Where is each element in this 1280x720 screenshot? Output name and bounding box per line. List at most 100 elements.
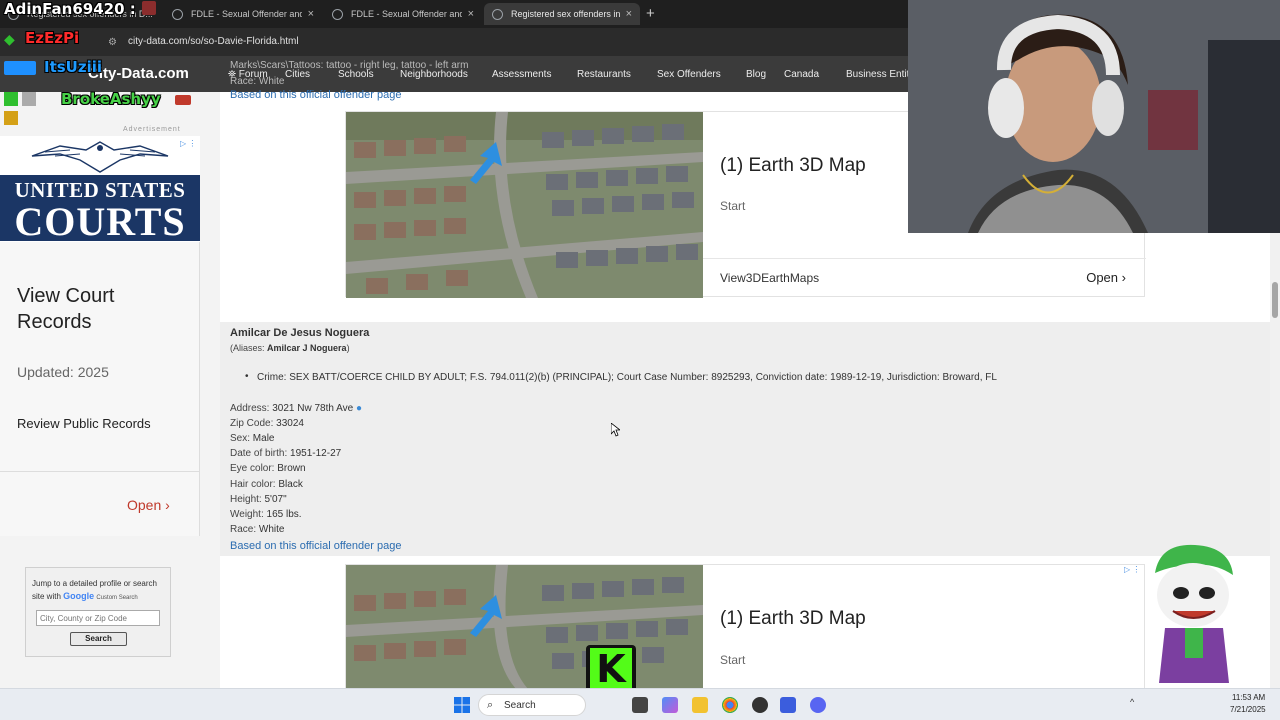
earth-map-ad-2[interactable]: (1) Earth 3D Map Start ▷ ⋮ (345, 564, 1145, 689)
ad-choices-icon[interactable]: ▷ ⋮ (1124, 565, 1140, 574)
tray-chevron-up-icon[interactable]: ^ (1130, 697, 1134, 707)
app-icon[interactable] (752, 697, 768, 713)
joker-figure-overlay (1145, 543, 1240, 688)
globe-icon[interactable]: ● (356, 403, 362, 414)
site-info-icon[interactable]: ⚙ (108, 37, 117, 48)
nav-sex-offenders[interactable]: Sex Offenders (657, 69, 721, 80)
site-search-box: Jump to a detailed profile or search sit… (25, 567, 171, 657)
overlay-username-3: ItsUziii (44, 58, 103, 76)
taskbar-search-label: Search (504, 700, 536, 711)
crime-value: SEX BATT/COERCE CHILD BY ADULT; F.S. 794… (289, 372, 997, 383)
kick-logo-icon: K (590, 648, 632, 690)
aerial-photo (346, 565, 703, 689)
ad-title: View Court Records (17, 285, 115, 333)
field-label: Zip Code: (230, 418, 274, 429)
prev-offender-link[interactable]: Based on this official offender page (230, 89, 401, 101)
tab-title: FDLE - Sexual Offender and Pre (351, 9, 462, 19)
nav-canada[interactable]: Canada (784, 69, 819, 80)
nav-restaurants[interactable]: Restaurants (577, 69, 631, 80)
tab-title: Registered sex offenders in Da (511, 9, 620, 19)
search-icon: ⌕ (487, 699, 494, 711)
field-value: White (258, 524, 285, 535)
search-input[interactable] (36, 610, 160, 626)
overlay-username-1: AdinFan69420 : (4, 0, 136, 18)
tab-close-icon[interactable]: × (308, 8, 314, 20)
windows-taskbar: ⌕ Search (0, 688, 1280, 720)
browser-tab-2[interactable]: FDLE - Sexual Offender and Pre × (164, 3, 322, 25)
search-intro: Jump to a detailed profile or search sit… (32, 579, 157, 601)
new-tab-button[interactable]: + (646, 5, 655, 22)
field-label: Sex: (230, 433, 251, 444)
chrome-icon[interactable] (722, 697, 738, 713)
browser-tab-3[interactable]: FDLE - Sexual Offender and Pre × (324, 3, 482, 25)
field-value: 165 lbs. (266, 509, 302, 520)
ad-advertiser: View3DEarthMaps (720, 271, 820, 285)
chevron-right-icon: › (1121, 270, 1126, 285)
open-label: Open (1086, 270, 1119, 285)
ad-updated: Updated: 2025 (17, 364, 109, 380)
aliases-value: Amilcar J Noguera (267, 343, 347, 353)
field-weight: Weight: 165 lbs. (230, 509, 302, 520)
field-label: Date of birth: (230, 448, 288, 459)
clock-date[interactable]: 7/21/2025 (1230, 705, 1266, 714)
clock-time[interactable]: 11:53 AM (1232, 693, 1265, 702)
ad-start: Start (720, 199, 746, 213)
field-label: Hair color: (230, 479, 276, 490)
tab-close-icon[interactable]: × (468, 8, 474, 20)
task-view-icon[interactable] (632, 697, 648, 713)
field-dob: Date of birth: 1951-12-27 (230, 448, 341, 459)
official-offender-link[interactable]: Based on this official offender page (230, 540, 401, 552)
url-text[interactable]: city-data.com/so/so-Davie-Florida.html (128, 36, 299, 47)
aliases-label: Aliases: (233, 343, 265, 353)
scrollbar-thumb[interactable] (1272, 282, 1278, 318)
courts-logo-line2: COURTS (14, 199, 186, 244)
field-hair-color: Hair color: Black (230, 479, 303, 490)
tab-title: FDLE - Sexual Offender and Pre (191, 9, 302, 19)
ad-open-button[interactable]: Open › (127, 497, 170, 513)
field-label: Race: (230, 524, 257, 535)
ad-review: Review Public Records (17, 416, 151, 431)
globe-icon (492, 8, 503, 20)
field-value: 33024 (276, 418, 304, 429)
badges-icon (4, 92, 54, 125)
google-logo: Google (63, 591, 95, 601)
file-explorer-icon[interactable] (692, 697, 708, 713)
ad-headline: (1) Earth 3D Map (720, 608, 866, 629)
search-button[interactable]: Search (70, 632, 127, 646)
diamond-icon: ◆ (4, 31, 15, 47)
field-value: 3021 Nw 78th Ave (272, 403, 354, 414)
windows-start-icon[interactable] (454, 697, 470, 713)
site-logo[interactable]: City-Data.com (88, 65, 189, 82)
field-label: Eye color: (230, 463, 275, 474)
field-sex: Sex: Male (230, 433, 274, 444)
ad-headline: (1) Earth 3D Map (720, 155, 866, 176)
field-value: Black (278, 479, 303, 490)
field-value: 5'07" (264, 494, 287, 505)
field-race: Race: White (230, 524, 284, 535)
search-box-text: Jump to a detailed profile or search sit… (32, 577, 168, 605)
ad-open-link[interactable]: Open › (1086, 270, 1126, 285)
taskbar-search[interactable]: ⌕ Search (478, 694, 586, 716)
app-icon[interactable] (780, 697, 796, 713)
ad-divider (0, 471, 200, 472)
field-value: Male (252, 433, 275, 444)
discord-icon[interactable] (810, 697, 826, 713)
field-address: Address: 3021 Nw 78th Ave ● (230, 403, 362, 414)
aerial-photo (346, 112, 703, 298)
globe-icon (332, 8, 343, 20)
custom-search-label: Custom Search (96, 595, 138, 601)
prev-race: Race: White (230, 76, 285, 87)
nav-assessments[interactable]: Assessments (492, 69, 551, 80)
ad-choices-icon[interactable]: ▷ ⋮ (180, 139, 196, 148)
nav-business[interactable]: Business Entiti (846, 69, 912, 80)
nav-blog[interactable]: Blog (746, 69, 766, 80)
open-label: Open (127, 497, 162, 513)
offender-aliases: (Aliases: Amilcar J Noguera) (230, 343, 350, 353)
overlay-username-4: BrokeAshyy (61, 90, 161, 108)
tab-close-icon[interactable]: × (626, 8, 632, 20)
advertisement-label: Advertisement (123, 126, 181, 133)
globe-icon (172, 8, 183, 20)
field-value: 1951-12-27 (290, 448, 342, 459)
browser-tab-4-active[interactable]: Registered sex offenders in Da × (484, 3, 640, 25)
copilot-icon[interactable] (662, 697, 678, 713)
